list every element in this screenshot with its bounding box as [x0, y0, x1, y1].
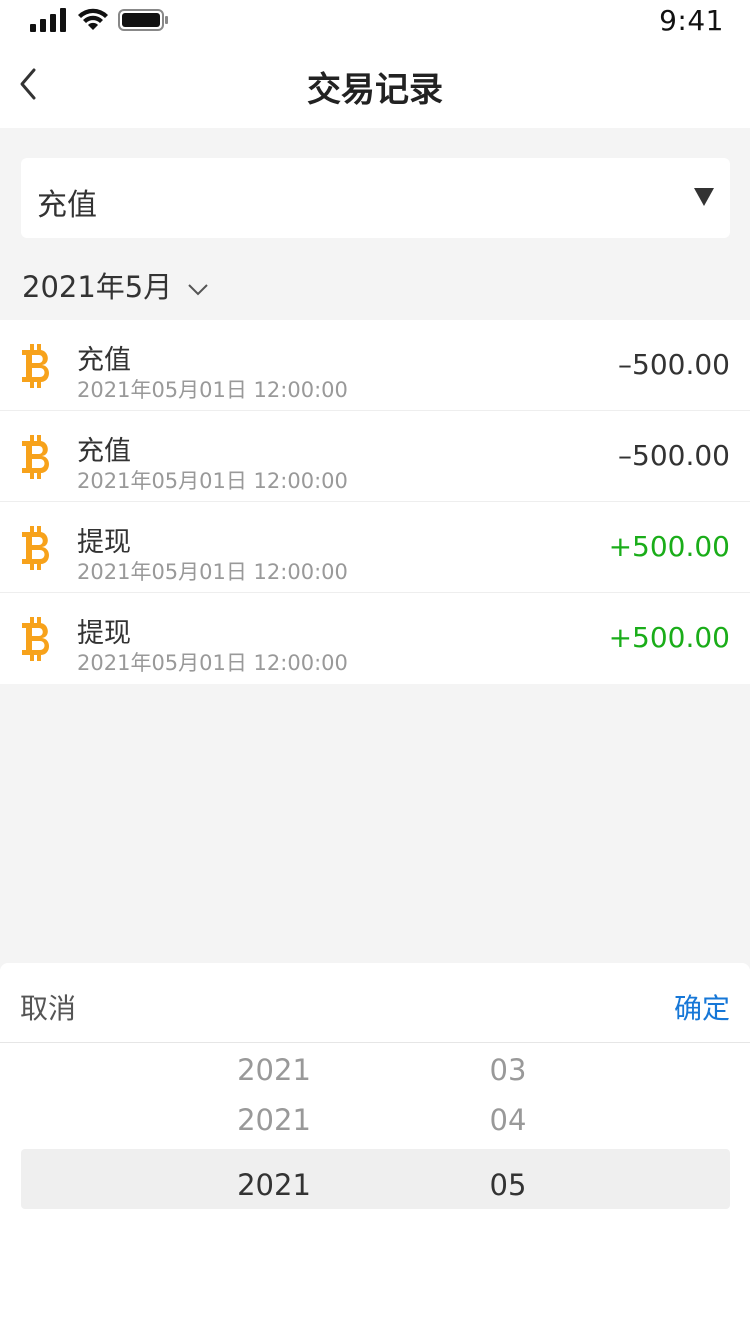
- transaction-amount: –500.00: [618, 348, 730, 381]
- transaction-amount: –500.00: [618, 439, 730, 472]
- transaction-list: 充值 2021年05月01日 12:00:00 –500.00 充值 2021年05月0…: [0, 320, 750, 684]
- signal-icon: [30, 8, 66, 32]
- transaction-title: 充值: [77, 345, 131, 376]
- transaction-time: 2021年05月01日 12:00:00: [77, 651, 348, 675]
- month-filter[interactable]: 2021年5月: [22, 264, 209, 304]
- status-time: 9:41: [659, 4, 724, 37]
- transaction-amount: +500.00: [608, 621, 730, 654]
- transaction-row[interactable]: 充值 2021年05月01日 12:00:00 –500.00: [0, 411, 750, 502]
- picker-header: 取消 确定: [0, 963, 750, 1043]
- nav-bar: 交易记录: [0, 40, 750, 128]
- transaction-title: 提现: [77, 618, 131, 649]
- confirm-button[interactable]: 确定: [674, 987, 730, 1027]
- year-option[interactable]: 2021: [214, 1095, 334, 1145]
- transaction-row[interactable]: 充值 2021年05月01日 12:00:00 –500.00: [0, 320, 750, 411]
- month-option[interactable]: 03: [448, 1045, 568, 1095]
- transaction-amount: +500.00: [608, 530, 730, 563]
- date-picker-sheet: 取消 确定 2021 2021 2021 03 04 05: [0, 963, 750, 1334]
- month-filter-label: 2021年5月: [22, 270, 173, 304]
- transaction-row[interactable]: 提现 2021年05月01日 12:00:00 +500.00: [0, 502, 750, 593]
- year-option-selected[interactable]: 2021: [214, 1155, 334, 1215]
- transaction-title: 充值: [77, 436, 131, 467]
- type-filter-select[interactable]: 充值: [21, 158, 730, 238]
- wifi-icon: [78, 8, 108, 30]
- year-column[interactable]: 2021 2021 2021: [214, 1045, 334, 1215]
- bitcoin-icon: [22, 435, 50, 479]
- triangle-down-icon: [694, 188, 714, 206]
- chevron-down-icon: [188, 283, 209, 295]
- transaction-time: 2021年05月01日 12:00:00: [77, 378, 348, 402]
- cancel-button[interactable]: 取消: [20, 987, 76, 1027]
- type-filter-value: 充值: [37, 188, 97, 223]
- transaction-time: 2021年05月01日 12:00:00: [77, 469, 348, 493]
- bitcoin-icon: [22, 526, 50, 570]
- transaction-row[interactable]: 提现 2021年05月01日 12:00:00 +500.00: [0, 593, 750, 684]
- transaction-time: 2021年05月01日 12:00:00: [77, 560, 348, 584]
- status-bar: 9:41: [0, 0, 750, 40]
- picker-selection-highlight: [21, 1149, 730, 1209]
- transaction-title: 提现: [77, 527, 131, 558]
- page-title: 交易记录: [307, 70, 443, 110]
- bitcoin-icon: [22, 344, 50, 388]
- month-column[interactable]: 03 04 05: [448, 1045, 568, 1215]
- month-option[interactable]: 04: [448, 1095, 568, 1145]
- battery-icon: [118, 9, 168, 31]
- year-option[interactable]: 2021: [214, 1045, 334, 1095]
- month-option-selected[interactable]: 05: [448, 1155, 568, 1215]
- bitcoin-icon: [22, 617, 50, 661]
